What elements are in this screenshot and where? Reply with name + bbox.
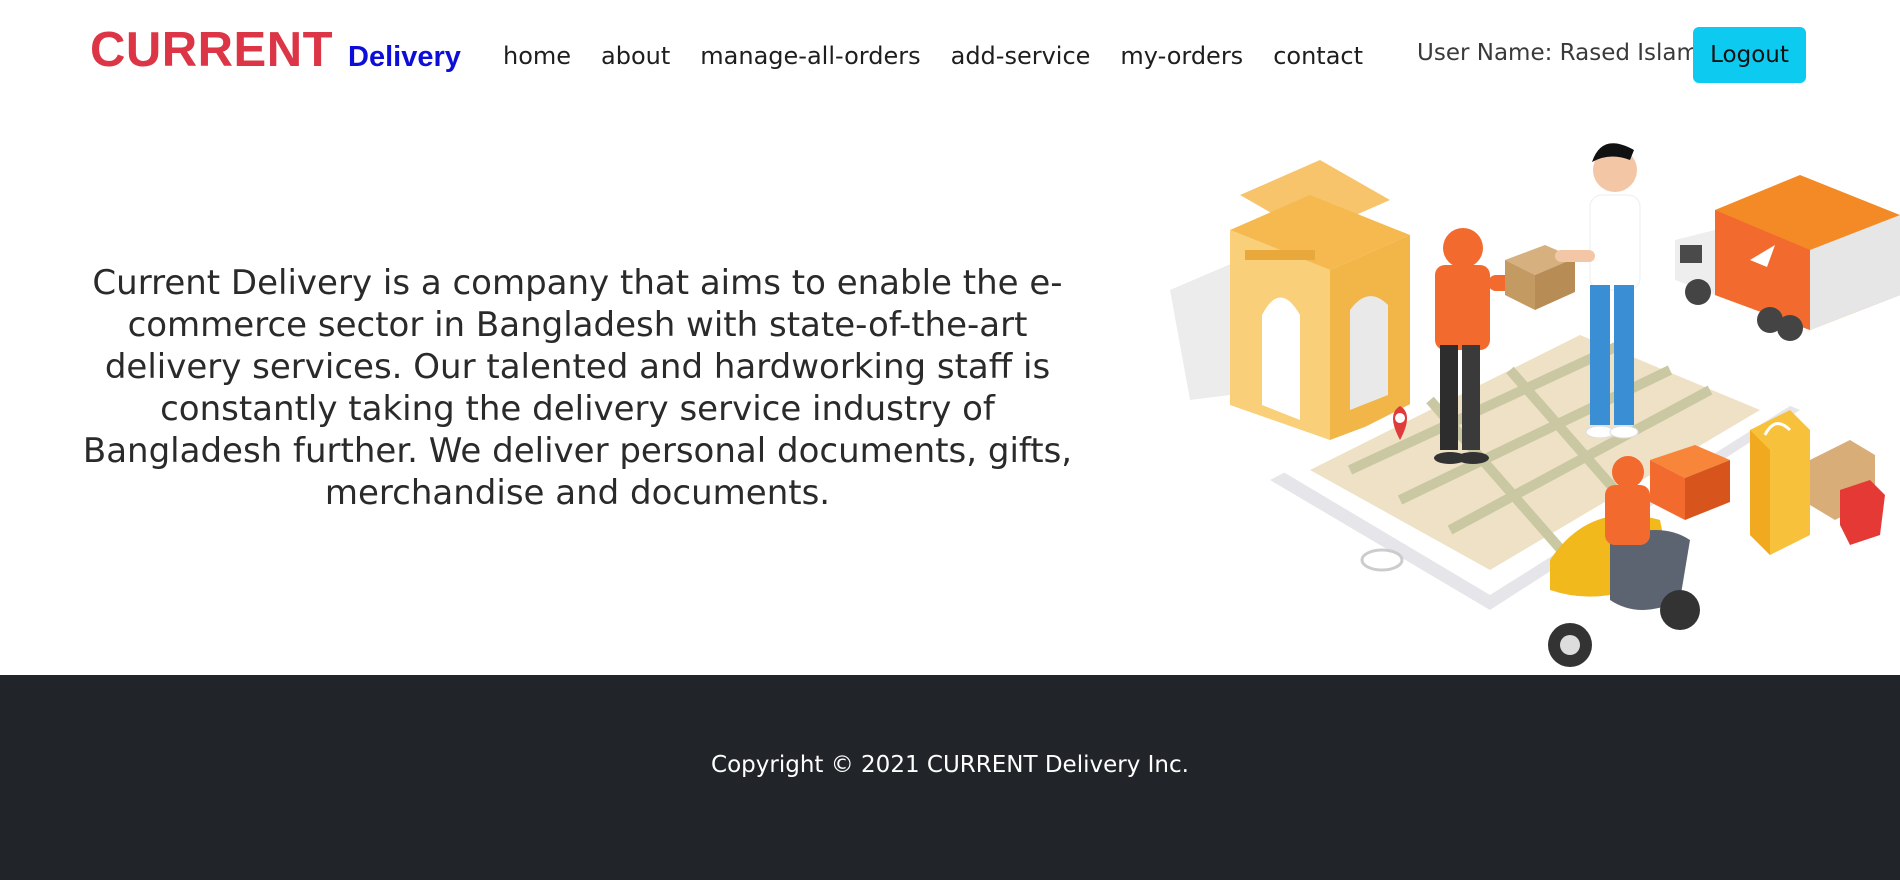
page-footer: Copyright © 2021 CURRENT Delivery Inc. [0, 675, 1900, 880]
copyright-text: Copyright © 2021 CURRENT Delivery Inc. [711, 752, 1189, 778]
shopping-bags-illustration [1750, 410, 1885, 555]
about-description: Current Delivery is a company that aims … [82, 263, 1073, 513]
nav-link-manage-all-orders[interactable]: manage-all-orders [685, 42, 935, 70]
brand-name: CURRENT [90, 23, 334, 77]
main-nav: home about manage-all-orders add-service… [488, 42, 1378, 70]
user-name-label: User Name: Rased Islam [1417, 40, 1699, 66]
brand-logo[interactable]: CURRENT Delivery [90, 22, 461, 78]
brand-subtitle: Delivery [348, 41, 461, 73]
top-navbar: CURRENT Delivery home about manage-all-o… [0, 0, 1900, 112]
delivery-illustration [1170, 143, 1900, 667]
gate-illustration [1230, 160, 1410, 440]
nav-link-my-orders[interactable]: my-orders [1105, 42, 1258, 70]
logout-button[interactable]: Logout [1693, 27, 1806, 83]
nav-link-home[interactable]: home [488, 42, 586, 70]
nav-link-about[interactable]: about [586, 42, 685, 70]
nav-link-add-service[interactable]: add-service [936, 42, 1106, 70]
truck-illustration [1675, 175, 1900, 341]
nav-link-contact[interactable]: contact [1258, 42, 1378, 70]
